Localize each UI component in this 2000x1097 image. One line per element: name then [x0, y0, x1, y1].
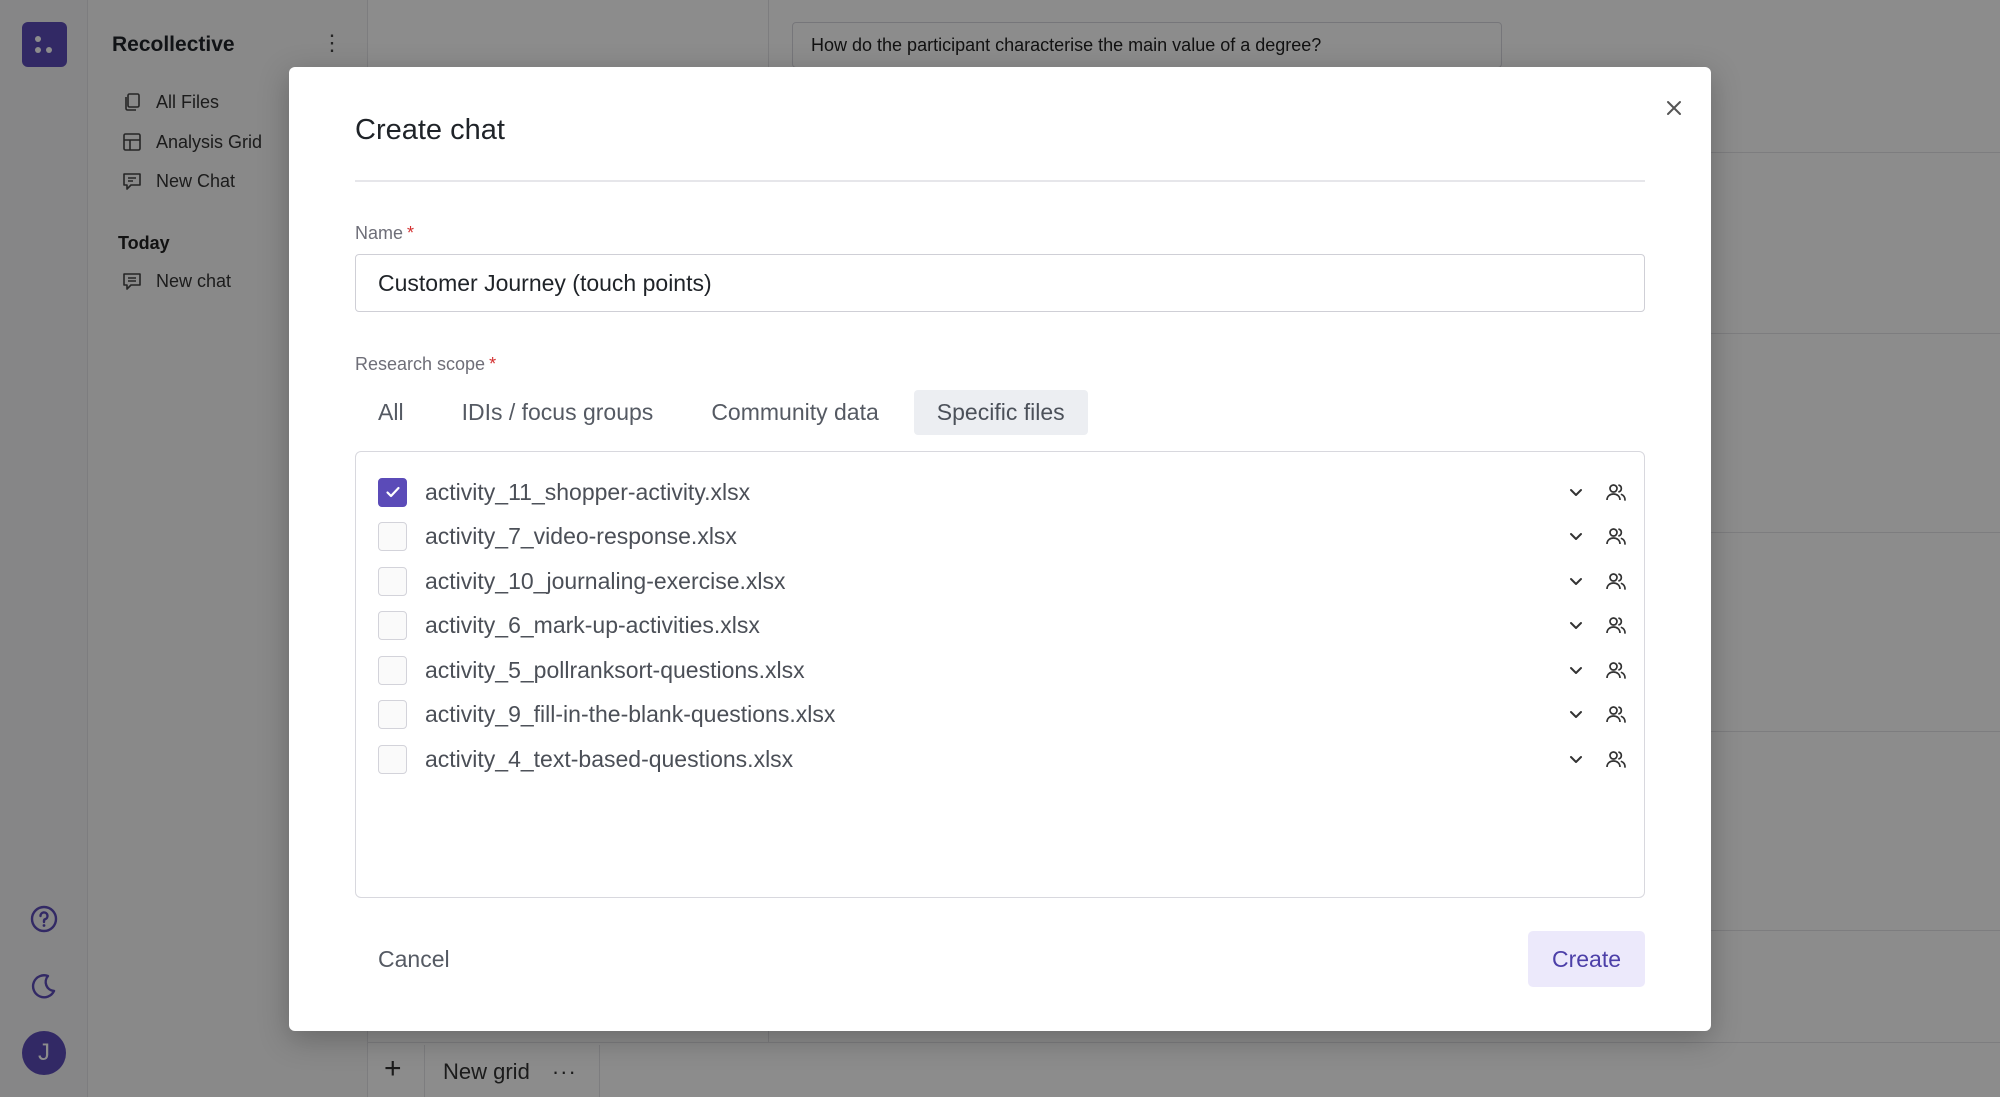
- participants-icon[interactable]: [1604, 480, 1628, 504]
- chevron-down-icon[interactable]: [1564, 658, 1588, 682]
- file-checkbox[interactable]: [378, 477, 407, 507]
- file-checkbox[interactable]: [378, 610, 407, 640]
- file-name: activity_5_pollranksort-questions.xlsx: [425, 656, 805, 683]
- name-label-text: Name: [355, 223, 404, 243]
- required-marker: *: [407, 223, 415, 243]
- file-row[interactable]: activity_4_text-based-questions.xlsx: [378, 742, 1628, 776]
- dialog-title: Create chat: [355, 114, 505, 146]
- file-checkbox[interactable]: [378, 744, 407, 774]
- participants-icon[interactable]: [1604, 747, 1628, 771]
- header-divider: [355, 180, 1645, 182]
- file-checkbox[interactable]: [378, 655, 407, 685]
- create-chat-dialog: Create chat Name* Research scope* All ID…: [289, 67, 1711, 1031]
- close-button[interactable]: [1659, 93, 1689, 123]
- file-row[interactable]: activity_11_shopper-activity.xlsx: [378, 475, 1628, 509]
- participants-icon[interactable]: [1604, 702, 1628, 726]
- tab-community-data[interactable]: Community data: [688, 390, 901, 435]
- file-list: activity_11_shopper-activity.xlsx activi…: [355, 451, 1645, 898]
- file-name: activity_4_text-based-questions.xlsx: [425, 745, 794, 772]
- research-scope-tabs: All IDIs / focus groups Community data S…: [355, 390, 1100, 435]
- tab-idis-focus-groups[interactable]: IDIs / focus groups: [439, 390, 677, 435]
- file-row[interactable]: activity_5_pollranksort-questions.xlsx: [378, 653, 1628, 687]
- chevron-down-icon[interactable]: [1564, 702, 1588, 726]
- tab-all[interactable]: All: [355, 390, 427, 435]
- file-row[interactable]: activity_7_video-response.xlsx: [378, 519, 1628, 553]
- create-button[interactable]: Create: [1528, 931, 1645, 987]
- cancel-button[interactable]: Cancel: [355, 931, 473, 987]
- file-name: activity_7_video-response.xlsx: [425, 522, 737, 549]
- chevron-down-icon[interactable]: [1564, 747, 1588, 771]
- file-row[interactable]: activity_9_fill-in-the-blank-questions.x…: [378, 697, 1628, 731]
- chat-name-input[interactable]: [355, 254, 1645, 312]
- participants-icon[interactable]: [1604, 613, 1628, 637]
- close-icon: [1667, 101, 1681, 115]
- chevron-down-icon[interactable]: [1564, 613, 1588, 637]
- file-name: activity_10_journaling-exercise.xlsx: [425, 567, 786, 594]
- name-label: Name *: [355, 223, 414, 244]
- research-scope-label: Research scope *: [355, 354, 496, 375]
- research-scope-label-text: Research scope: [355, 354, 486, 374]
- file-checkbox[interactable]: [378, 521, 407, 551]
- file-name: activity_9_fill-in-the-blank-questions.x…: [425, 700, 836, 727]
- chevron-down-icon[interactable]: [1564, 569, 1588, 593]
- file-name: activity_6_mark-up-activities.xlsx: [425, 611, 760, 638]
- file-checkbox[interactable]: [378, 699, 407, 729]
- chevron-down-icon[interactable]: [1564, 480, 1588, 504]
- participants-icon[interactable]: [1604, 524, 1628, 548]
- file-row[interactable]: activity_10_journaling-exercise.xlsx: [378, 564, 1628, 598]
- tab-specific-files[interactable]: Specific files: [913, 390, 1088, 435]
- file-checkbox[interactable]: [378, 566, 407, 596]
- file-row[interactable]: activity_6_mark-up-activities.xlsx: [378, 608, 1628, 642]
- participants-icon[interactable]: [1604, 658, 1628, 682]
- participants-icon[interactable]: [1604, 569, 1628, 593]
- file-name: activity_11_shopper-activity.xlsx: [425, 478, 751, 505]
- required-marker: *: [489, 354, 497, 374]
- checkmark-icon: [385, 486, 400, 498]
- chevron-down-icon[interactable]: [1564, 524, 1588, 548]
